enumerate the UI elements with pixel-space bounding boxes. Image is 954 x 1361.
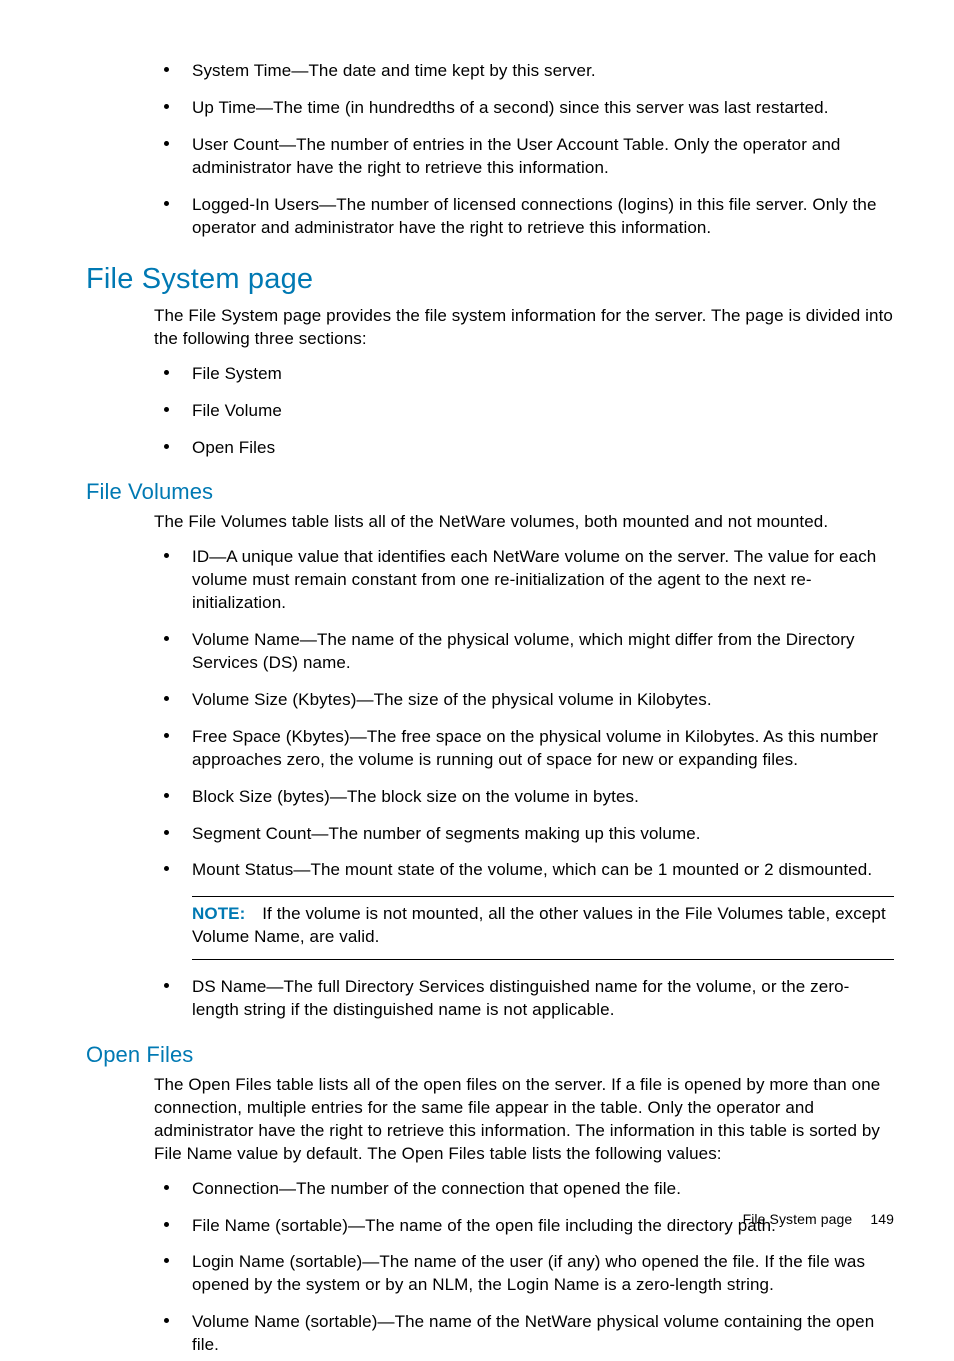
- list-item: Volume Size (Kbytes)—The size of the phy…: [154, 685, 894, 716]
- list-item: ID—A unique value that identifies each N…: [154, 542, 894, 619]
- list-item: Volume Name (sortable)—The name of the N…: [154, 1307, 894, 1361]
- open-files-list: Connection—The number of the connection …: [154, 1174, 894, 1361]
- paragraph: The Open Files table lists all of the op…: [154, 1074, 894, 1166]
- list-item: File System: [154, 359, 894, 390]
- paragraph: The File System page provides the file s…: [154, 305, 894, 351]
- list-item: Connection—The number of the connection …: [154, 1174, 894, 1205]
- list-item: User Count—The number of entries in the …: [154, 130, 894, 184]
- heading-open-files: Open Files: [86, 1040, 894, 1070]
- page-number: 149: [870, 1211, 894, 1227]
- page-footer: File System page 149: [743, 1210, 894, 1229]
- list-item: Block Size (bytes)—The block size on the…: [154, 782, 894, 813]
- note-label: NOTE:: [192, 904, 245, 923]
- list-item: File Volume: [154, 396, 894, 427]
- list-item: Free Space (Kbytes)—The free space on th…: [154, 722, 894, 776]
- heading-file-system-page: File System page: [86, 260, 894, 299]
- list-item: System Time—The date and time kept by th…: [154, 56, 894, 87]
- file-system-sections-list: File System File Volume Open Files: [154, 359, 894, 464]
- list-item: Login Name (sortable)—The name of the us…: [154, 1247, 894, 1301]
- file-volumes-after-note-list: DS Name—The full Directory Services dist…: [154, 972, 894, 1026]
- top-bullet-list: System Time—The date and time kept by th…: [154, 56, 894, 244]
- list-item: Logged-In Users—The number of licensed c…: [154, 190, 894, 244]
- list-item: DS Name—The full Directory Services dist…: [154, 972, 894, 1026]
- note-text: If the volume is not mounted, all the ot…: [192, 904, 886, 946]
- file-volumes-list: ID—A unique value that identifies each N…: [154, 542, 894, 886]
- list-item: Open Files: [154, 433, 894, 464]
- heading-file-volumes: File Volumes: [86, 477, 894, 507]
- list-item: Volume Name—The name of the physical vol…: [154, 625, 894, 679]
- list-item: Segment Count—The number of segments mak…: [154, 819, 894, 850]
- list-item: Up Time—The time (in hundredths of a sec…: [154, 93, 894, 124]
- paragraph: The File Volumes table lists all of the …: [154, 511, 894, 534]
- note-box: NOTE: If the volume is not mounted, all …: [192, 896, 894, 960]
- footer-text: File System page: [743, 1211, 853, 1227]
- list-item: Mount Status—The mount state of the volu…: [154, 855, 894, 886]
